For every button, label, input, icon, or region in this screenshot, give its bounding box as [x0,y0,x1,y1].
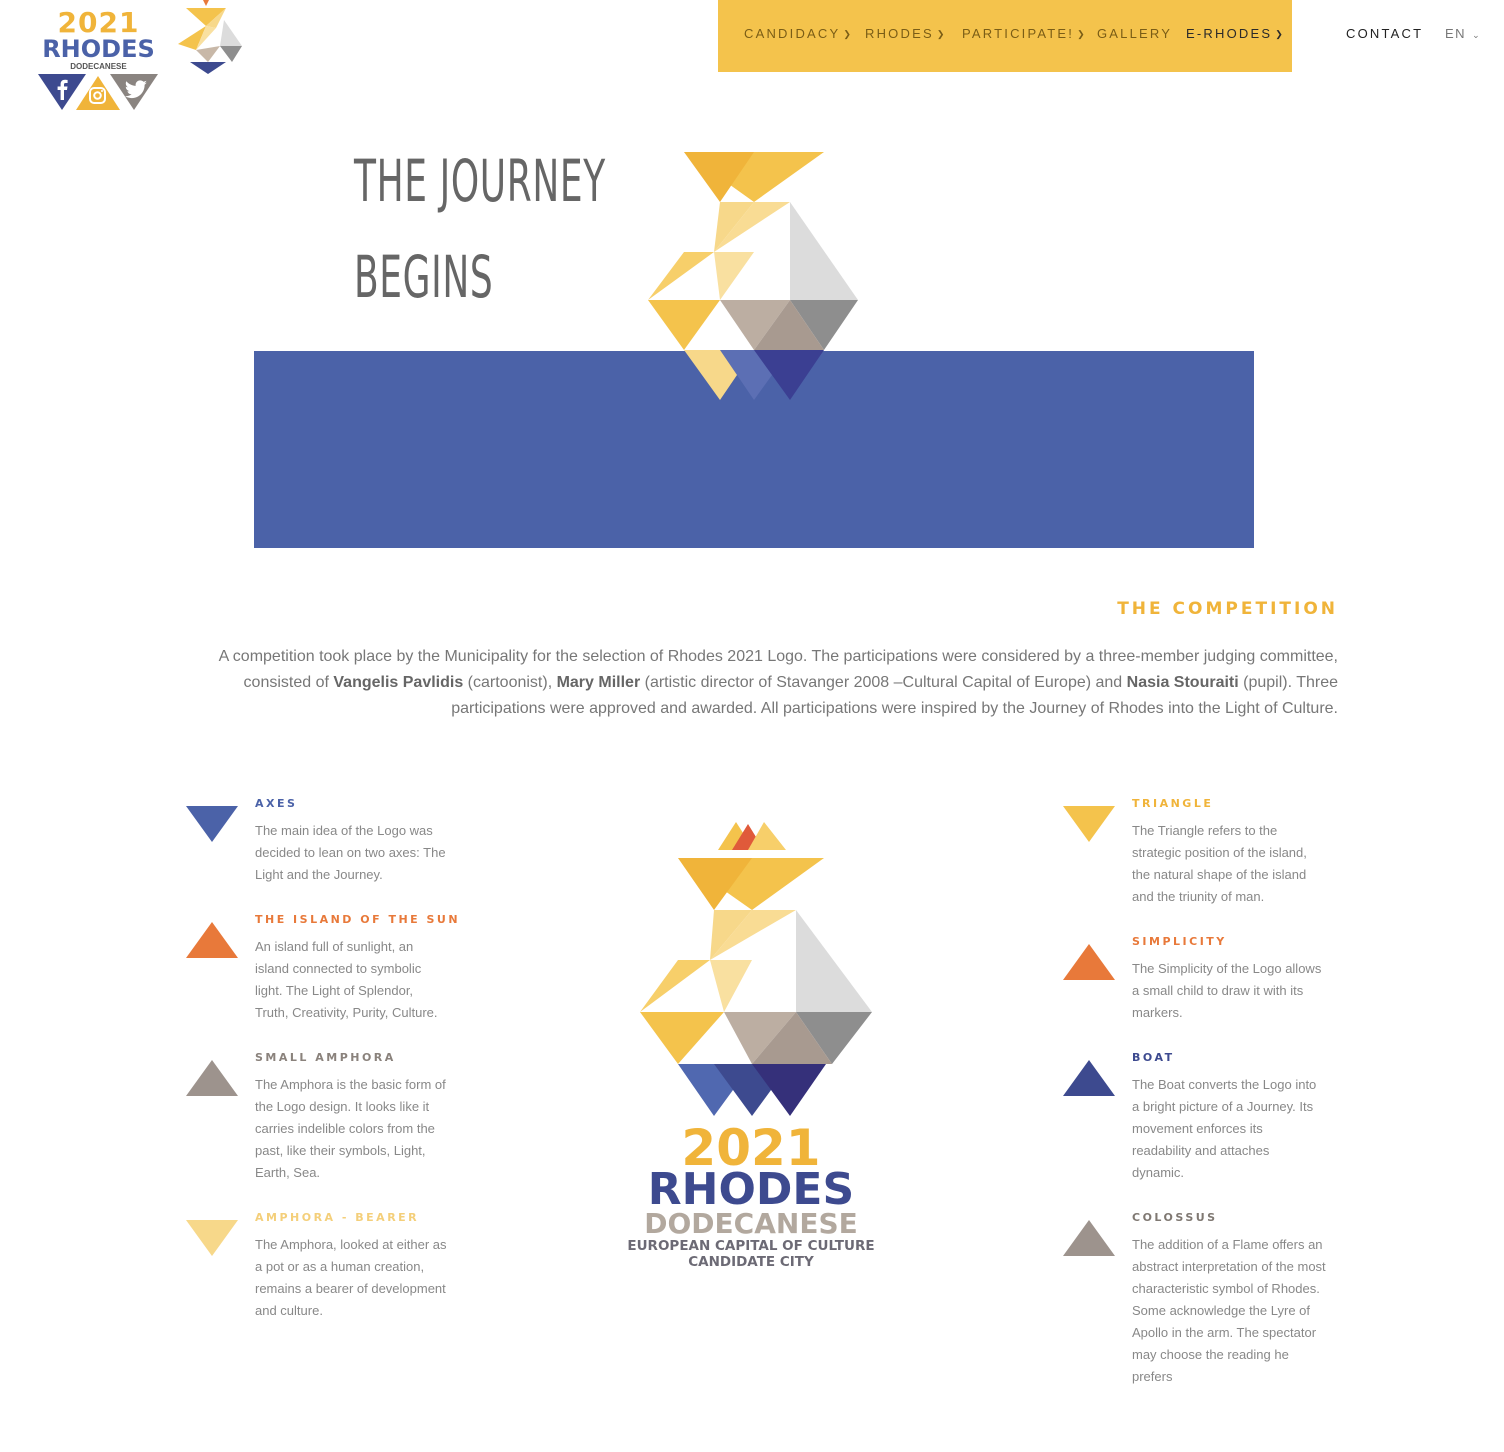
contact-link[interactable]: CONTACT [1346,26,1423,41]
triangle-down-icon [1063,806,1115,842]
judge-name: Nasia Stouraiti [1126,674,1239,691]
language-label: EN [1445,26,1467,41]
feature-title: SMALL AMPHORA [255,1051,396,1064]
feature-desc: The main idea of the Logo was decided to… [255,823,446,882]
feature-desc: The addition of a Flame offers an abstra… [1132,1237,1326,1384]
competition-heading: THE COMPETITION [1117,599,1338,619]
facebook-icon[interactable] [52,78,74,102]
judge-name: Mary Miller [556,674,641,691]
competition-text: A competition took place by the Municipa… [180,644,1338,722]
hero-title-line-2: BEGINS [354,243,494,311]
feature-title: AMPHORA - BEARER [255,1211,420,1224]
hero-title-line-1: THE JOURNEY [354,147,606,215]
language-selector[interactable]: EN ⌄ [1445,26,1481,41]
feature-title: AXES [255,797,298,810]
logo-name: RHODES [42,35,155,63]
feature-desc: The Amphora is the basic form of the Log… [255,1077,446,1180]
chevron-down-icon: ❯ [1275,29,1285,39]
nav-e-rhodes[interactable]: E-RHODES ❯ [1186,26,1285,43]
triangle-up-icon [186,922,238,958]
nav-label: PARTICIPATE! [962,26,1075,41]
twitter-icon[interactable] [124,80,148,100]
judge-name: Vangelis Pavlidis [333,674,464,691]
main-logo-region: DODECANESE [644,1207,858,1240]
triangle-up-icon [1063,1220,1115,1256]
nav-label: RHODES [865,26,934,41]
text-segment: (cartoonist), [463,674,557,691]
rhodes-2021-main-logo-emblem [640,822,872,1116]
feature-desc: The Triangle refers to the strategic pos… [1132,823,1307,904]
logo-subtitle: DODECANESE [70,62,127,71]
feature-title: TRIANGLE [1132,797,1214,810]
chevron-down-icon: ❯ [843,29,854,39]
nav-candidacy[interactable]: CANDIDACY ❯ [744,26,853,43]
triangle-up-icon [186,1060,238,1096]
feature-title: SIMPLICITY [1132,935,1227,948]
nav-label: E-RHODES [1186,26,1273,41]
feature-desc: An island full of sunlight, an island co… [255,939,438,1020]
feature-title: THE ISLAND OF THE SUN [255,913,461,926]
amphora-emblem-small [178,0,242,74]
site-logo[interactable]: 2021 RHODES DODECANESE [36,8,161,112]
feature-title: COLOSSUS [1132,1211,1218,1224]
feature-desc: The Simplicity of the Logo allows a smal… [1132,961,1322,1020]
triangle-down-icon [186,1220,238,1256]
feature-desc: The Amphora, looked at either as a pot o… [255,1237,447,1318]
instagram-icon[interactable] [88,86,108,106]
feature-title: BOAT [1132,1051,1175,1064]
main-logo-candidate: CANDIDATE CITY [688,1254,814,1270]
nav-rhodes[interactable]: RHODES ❯ [865,26,947,43]
nav-label: GALLERY [1097,26,1173,41]
nav-gallery[interactable]: GALLERY [1097,26,1172,42]
chevron-down-icon: ⌄ [1472,30,1482,40]
logo-year: 2021 [57,6,140,39]
nav-label: CANDIDACY [744,26,841,41]
chevron-down-icon: ❯ [936,29,947,39]
main-logo-tagline: EUROPEAN CAPITAL OF CULTURE [627,1238,875,1254]
chevron-down-icon: ❯ [1077,29,1087,39]
triangle-up-icon [1063,1060,1115,1096]
triangle-down-icon [186,806,238,842]
text-segment: (artistic director of Stavanger 2008 –Cu… [640,674,1127,691]
main-navigation: CANDIDACY ❯ RHODES ❯ PARTICIPATE! ❯ GALLERY… [718,0,1292,72]
feature-desc: The Boat converts the Logo into a bright… [1132,1077,1317,1180]
triangle-up-icon [1063,944,1115,980]
amphora-emblem-hero [648,152,858,400]
nav-participate[interactable]: PARTICIPATE! ❯ [962,26,1087,43]
